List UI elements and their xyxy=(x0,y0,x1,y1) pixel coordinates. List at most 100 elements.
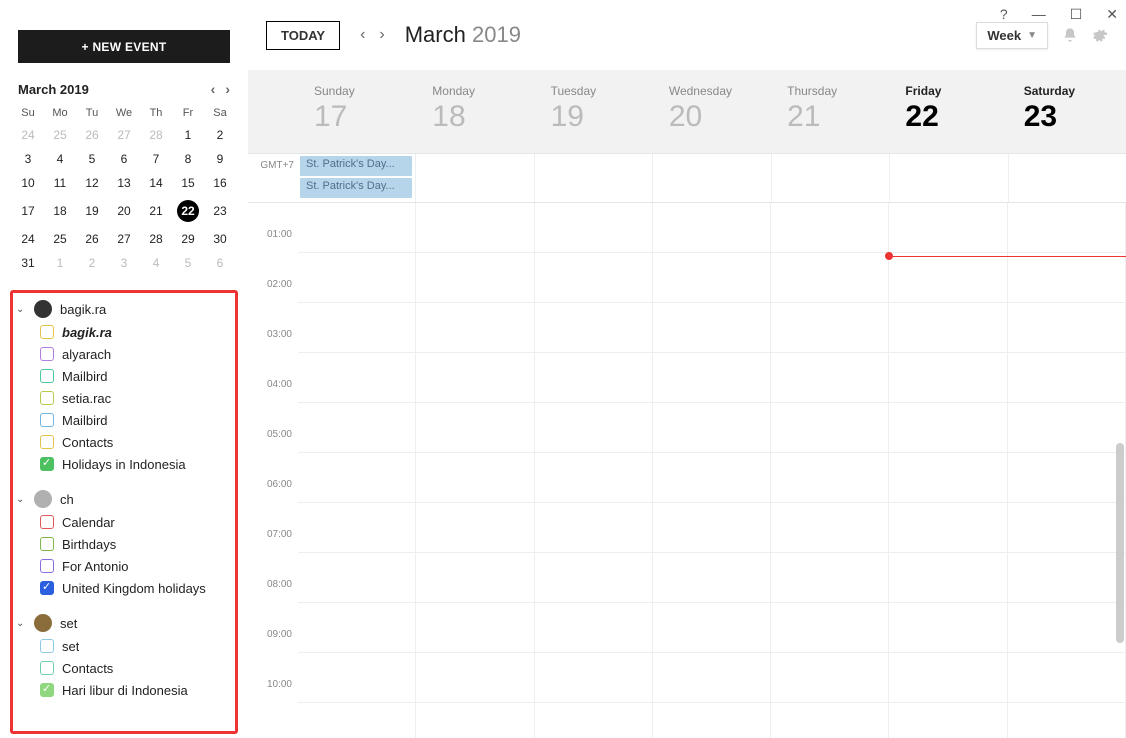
next-week-icon[interactable]: › xyxy=(379,26,384,44)
day-header-cell[interactable]: Thursday21 xyxy=(771,70,889,153)
scrollbar[interactable] xyxy=(1116,443,1124,643)
day-column[interactable] xyxy=(416,203,534,738)
day-column[interactable] xyxy=(771,203,889,738)
mini-day-cell[interactable]: 24 xyxy=(12,123,44,147)
mini-day-cell[interactable]: 17 xyxy=(12,195,44,227)
mini-day-cell[interactable]: 2 xyxy=(204,123,236,147)
mini-day-cell[interactable]: 11 xyxy=(44,171,76,195)
day-header-cell[interactable]: Sunday17 xyxy=(298,70,416,153)
calendar-checkbox[interactable] xyxy=(40,369,54,383)
mini-calendar[interactable]: SuMoTuWeThFrSa24252627281234567891011121… xyxy=(0,97,248,285)
mini-day-cell[interactable]: 12 xyxy=(76,171,108,195)
calendar-item[interactable]: bagik.ra xyxy=(10,321,238,343)
calendar-checkbox[interactable] xyxy=(40,581,54,595)
mini-day-cell[interactable]: 26 xyxy=(76,123,108,147)
calendar-checkbox[interactable] xyxy=(40,325,54,339)
calendar-item[interactable]: For Antonio xyxy=(10,555,238,577)
mini-day-cell[interactable]: 4 xyxy=(140,251,172,275)
mini-day-cell[interactable]: 8 xyxy=(172,147,204,171)
mini-day-cell[interactable]: 21 xyxy=(140,195,172,227)
calendar-item[interactable]: Holidays in Indonesia xyxy=(10,453,238,475)
mini-day-cell[interactable]: 13 xyxy=(108,171,140,195)
mini-day-cell[interactable]: 27 xyxy=(108,227,140,251)
calendar-checkbox[interactable] xyxy=(40,639,54,653)
account-header[interactable]: ⌄set xyxy=(10,611,238,635)
mini-day-cell[interactable]: 5 xyxy=(76,147,108,171)
calendar-checkbox[interactable] xyxy=(40,515,54,529)
day-column[interactable] xyxy=(1008,203,1126,738)
calendar-checkbox[interactable] xyxy=(40,537,54,551)
mini-day-cell[interactable]: 29 xyxy=(172,227,204,251)
calendar-checkbox[interactable] xyxy=(40,347,54,361)
day-header-cell[interactable]: Saturday23 xyxy=(1008,70,1126,153)
mini-day-cell[interactable]: 3 xyxy=(108,251,140,275)
calendar-item[interactable]: Hari libur di Indonesia xyxy=(10,679,238,701)
day-header-cell[interactable]: Friday22 xyxy=(889,70,1007,153)
mini-day-cell[interactable]: 16 xyxy=(204,171,236,195)
mini-day-cell[interactable]: 9 xyxy=(204,147,236,171)
calendar-checkbox[interactable] xyxy=(40,391,54,405)
calendar-checkbox[interactable] xyxy=(40,457,54,471)
mini-day-cell[interactable]: 23 xyxy=(204,195,236,227)
mini-day-cell[interactable]: 31 xyxy=(12,251,44,275)
account-header[interactable]: ⌄bagik.ra xyxy=(10,297,238,321)
calendar-checkbox[interactable] xyxy=(40,661,54,675)
allday-event[interactable]: St. Patrick's Day... xyxy=(300,156,412,176)
calendar-item[interactable]: Mailbird xyxy=(10,409,238,431)
calendar-item[interactable]: Contacts xyxy=(10,431,238,453)
calendar-item[interactable]: Mailbird xyxy=(10,365,238,387)
day-header-cell[interactable]: Wednesday20 xyxy=(653,70,771,153)
calendar-item[interactable]: United Kingdom holidays xyxy=(10,577,238,599)
mini-day-cell[interactable]: 10 xyxy=(12,171,44,195)
mini-day-cell[interactable]: 4 xyxy=(44,147,76,171)
calendar-checkbox[interactable] xyxy=(40,559,54,573)
mini-day-cell[interactable]: 15 xyxy=(172,171,204,195)
mini-day-cell[interactable]: 22 xyxy=(172,195,204,227)
mini-next-icon[interactable]: › xyxy=(225,81,230,97)
mini-day-cell[interactable]: 1 xyxy=(44,251,76,275)
calendar-item[interactable]: alyarach xyxy=(10,343,238,365)
mini-day-cell[interactable]: 24 xyxy=(12,227,44,251)
mini-day-cell[interactable]: 7 xyxy=(140,147,172,171)
prev-week-icon[interactable]: ‹ xyxy=(360,26,365,44)
account-header[interactable]: ⌄ch xyxy=(10,487,238,511)
day-header-cell[interactable]: Tuesday19 xyxy=(535,70,653,153)
mini-day-cell[interactable]: 25 xyxy=(44,227,76,251)
calendar-item[interactable]: Calendar xyxy=(10,511,238,533)
mini-day-cell[interactable]: 6 xyxy=(204,251,236,275)
allday-event[interactable]: St. Patrick's Day... xyxy=(300,178,412,198)
day-column[interactable] xyxy=(298,203,416,738)
day-header-cell[interactable]: Monday18 xyxy=(416,70,534,153)
calendar-checkbox[interactable] xyxy=(40,683,54,697)
mini-day-cell[interactable]: 28 xyxy=(140,123,172,147)
mini-day-cell[interactable]: 28 xyxy=(140,227,172,251)
calendar-item[interactable]: Contacts xyxy=(10,657,238,679)
day-column[interactable] xyxy=(535,203,653,738)
today-button[interactable]: TODAY xyxy=(266,21,340,50)
mini-day-cell[interactable]: 6 xyxy=(108,147,140,171)
notifications-icon[interactable] xyxy=(1062,27,1078,43)
mini-day-cell[interactable]: 20 xyxy=(108,195,140,227)
mini-day-cell[interactable]: 18 xyxy=(44,195,76,227)
mini-day-cell[interactable]: 19 xyxy=(76,195,108,227)
mini-day-cell[interactable]: 5 xyxy=(172,251,204,275)
settings-icon[interactable] xyxy=(1092,27,1108,43)
day-column[interactable] xyxy=(653,203,771,738)
calendar-item[interactable]: set xyxy=(10,635,238,657)
mini-day-cell[interactable]: 14 xyxy=(140,171,172,195)
calendar-checkbox[interactable] xyxy=(40,435,54,449)
mini-day-cell[interactable]: 25 xyxy=(44,123,76,147)
mini-day-cell[interactable]: 3 xyxy=(12,147,44,171)
calendar-item[interactable]: Birthdays xyxy=(10,533,238,555)
calendar-item[interactable]: setia.rac xyxy=(10,387,238,409)
mini-day-cell[interactable]: 27 xyxy=(108,123,140,147)
mini-prev-icon[interactable]: ‹ xyxy=(211,81,216,97)
calendar-checkbox[interactable] xyxy=(40,413,54,427)
mini-day-cell[interactable]: 30 xyxy=(204,227,236,251)
mini-day-cell[interactable]: 26 xyxy=(76,227,108,251)
view-dropdown[interactable]: Week▼ xyxy=(976,22,1048,49)
day-column[interactable] xyxy=(889,203,1007,738)
mini-day-cell[interactable]: 1 xyxy=(172,123,204,147)
mini-day-cell[interactable]: 2 xyxy=(76,251,108,275)
new-event-button[interactable]: + NEW EVENT xyxy=(18,30,230,63)
